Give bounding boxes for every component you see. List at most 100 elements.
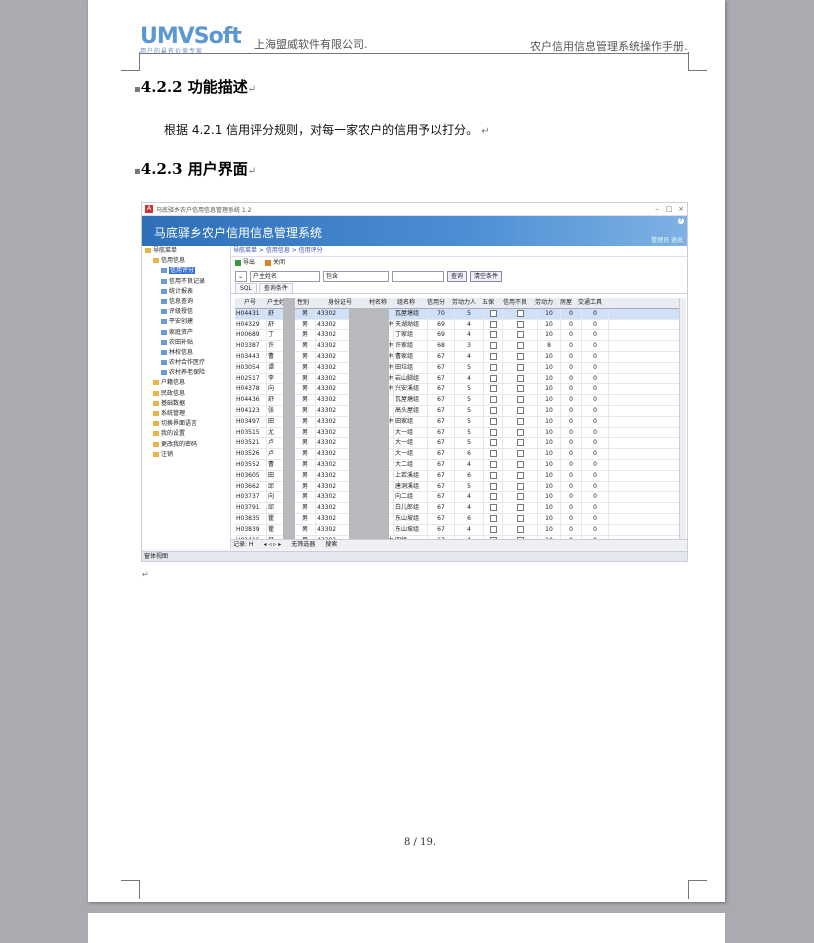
table-row[interactable]: H03791邱男4330213龚溪村白儿郎组6741000 <box>235 503 679 514</box>
tab[interactable]: SQL <box>235 283 257 293</box>
value-input[interactable] <box>392 270 444 282</box>
help-icon[interactable]: ? <box>678 218 684 224</box>
checkbox[interactable] <box>516 342 524 350</box>
checkbox[interactable] <box>489 504 497 512</box>
table-row[interactable]: H04378向男4330210兴安溪村兴安溪组6751000 <box>235 384 679 396</box>
table-row[interactable]: H03054谭男4330219方子塔村田垃组6751000 <box>235 362 679 374</box>
checkbox[interactable] <box>516 352 524 360</box>
sidebar-item[interactable]: 基础数据 <box>142 399 230 409</box>
checkbox[interactable] <box>489 309 497 317</box>
banner-user-links[interactable]: 管理员 退出 <box>651 235 683 244</box>
checkbox[interactable] <box>489 471 497 479</box>
sidebar-item[interactable]: 信用信息 <box>142 256 230 266</box>
sidebar-item[interactable]: 导航菜单 <box>142 246 230 256</box>
table-row[interactable]: H03737向男4330216龚溪村向二组6741000 <box>235 492 679 504</box>
checkbox[interactable] <box>516 450 524 458</box>
column-header[interactable]: 信用分 <box>423 298 450 308</box>
table-row[interactable]: H03521卢男433021X小坪村大一组6751000 <box>235 438 679 450</box>
sidebar-item[interactable]: 注销 <box>142 450 230 460</box>
checkbox[interactable] <box>489 406 497 414</box>
table-row[interactable]: H03662邱男4330275小坪村唐洞溪组6751000 <box>235 481 679 493</box>
checkbox[interactable] <box>489 352 497 360</box>
checkbox[interactable] <box>489 417 497 425</box>
table-row[interactable]: H03387许男4330213方子塔村许家组683800 <box>235 341 679 352</box>
search-box[interactable]: 搜索 <box>325 540 337 549</box>
checkbox[interactable] <box>516 406 524 414</box>
sidebar-item[interactable]: 统计报表 <box>142 287 230 297</box>
table-row[interactable]: H03497田男433021x方子塔村田家组6751000 <box>235 416 679 428</box>
checkbox[interactable] <box>516 417 524 425</box>
checkbox[interactable] <box>516 309 524 317</box>
maximize-icon[interactable]: □ <box>663 205 675 213</box>
sidebar-item[interactable]: 民政信息 <box>142 389 230 399</box>
checkbox[interactable] <box>489 493 497 501</box>
checkbox[interactable] <box>489 525 497 533</box>
checkbox[interactable] <box>516 331 524 339</box>
field-select[interactable]: 户主姓名 <box>250 270 320 282</box>
column-header[interactable]: 劳动力 <box>533 298 556 308</box>
column-header[interactable]: 性别 <box>293 298 314 308</box>
sidebar-item[interactable]: 林权信息 <box>142 348 230 358</box>
table-row[interactable]: H03515尤男433021X小坪村大一组6751000 <box>235 427 679 439</box>
filter-status[interactable]: 无筛选器 <box>291 540 315 549</box>
checkbox[interactable] <box>489 514 497 522</box>
sidebar-item[interactable]: 家庭资产 <box>142 328 230 338</box>
operator-select[interactable]: 包含 <box>323 270 389 282</box>
checkbox[interactable] <box>489 482 497 490</box>
sidebar-item[interactable]: 农田补贴 <box>142 338 230 348</box>
checkbox[interactable] <box>516 482 524 490</box>
checkbox[interactable] <box>516 504 524 512</box>
checkbox[interactable] <box>516 471 524 479</box>
table-row[interactable]: H03552曹男4330234小坪村大二组6741000 <box>235 459 679 471</box>
column-header[interactable]: 五保 <box>479 298 498 308</box>
table-row[interactable]: H00689丁男4330218黄家村丁家组6941000 <box>235 330 679 342</box>
checkbox[interactable] <box>489 460 497 468</box>
checkbox[interactable] <box>516 320 524 328</box>
sidebar-item[interactable]: 切换界面语言 <box>142 419 230 429</box>
checkbox[interactable] <box>516 428 524 436</box>
checkbox[interactable] <box>489 363 497 371</box>
minimize-icon[interactable]: – <box>651 205 663 213</box>
sidebar-item[interactable]: 平安创建 <box>142 317 230 327</box>
table-row[interactable]: H03526卢男4330214小坪村大一组6761000 <box>235 449 679 460</box>
column-header[interactable]: 信用不良 <box>498 298 533 308</box>
checkbox[interactable] <box>489 342 497 350</box>
column-header[interactable]: 组名称 <box>390 298 423 308</box>
table-row[interactable]: H03443曹男4330235方子塔村曹家组6741000 <box>235 351 679 363</box>
checkbox[interactable] <box>489 331 497 339</box>
vertical-scrollbar[interactable] <box>679 298 686 542</box>
sidebar-item[interactable]: 农村合作医疗 <box>142 358 230 368</box>
table-row[interactable]: H04436舒男4330213小塘村瓦屋塘组6751000 <box>235 395 679 406</box>
checkbox[interactable] <box>516 385 524 393</box>
checkbox[interactable] <box>516 374 524 382</box>
tab[interactable]: 查询条件 <box>258 283 293 293</box>
sidebar-item[interactable]: 信息查询 <box>142 297 230 307</box>
checkbox[interactable] <box>516 439 524 447</box>
column-header[interactable]: 劳动力人 <box>450 298 479 308</box>
table-row[interactable]: H03839瞿男4330216龚溪村东山坡组6741000 <box>235 524 679 536</box>
sidebar-item[interactable]: 系统管理 <box>142 409 230 419</box>
checkbox[interactable] <box>516 514 524 522</box>
nav-arrows-icon[interactable]: ◂ ◃ ▹ ▸ <box>263 540 281 549</box>
sidebar-item[interactable]: 我的设置 <box>142 429 230 439</box>
close-icon[interactable]: × <box>675 205 687 213</box>
checkbox[interactable] <box>516 363 524 371</box>
column-header[interactable]: 户号 <box>235 298 266 308</box>
checkbox[interactable] <box>516 460 524 468</box>
column-header[interactable]: 身份证号 <box>314 298 367 308</box>
column-header[interactable]: 村名称 <box>367 298 390 308</box>
checkbox[interactable] <box>516 493 524 501</box>
checkbox[interactable] <box>489 450 497 458</box>
logic-select[interactable]: ⌄ <box>235 270 247 282</box>
table-row[interactable]: H03605田男4330235小坪村上若溪组6761000 <box>235 470 679 482</box>
export-button[interactable]: 导出 <box>235 259 255 266</box>
column-header[interactable]: 交通工具 <box>577 298 604 308</box>
checkbox[interactable] <box>489 385 497 393</box>
sidebar-item[interactable]: 农村养老保险 <box>142 368 230 378</box>
checkbox[interactable] <box>489 320 497 328</box>
sidebar-item[interactable]: 信用评分 <box>142 266 230 276</box>
sidebar-item[interactable]: 信用不良记录 <box>142 277 230 287</box>
checkbox[interactable] <box>489 396 497 404</box>
checkbox[interactable] <box>489 428 497 436</box>
sidebar-item[interactable]: 评级授信 <box>142 307 230 317</box>
